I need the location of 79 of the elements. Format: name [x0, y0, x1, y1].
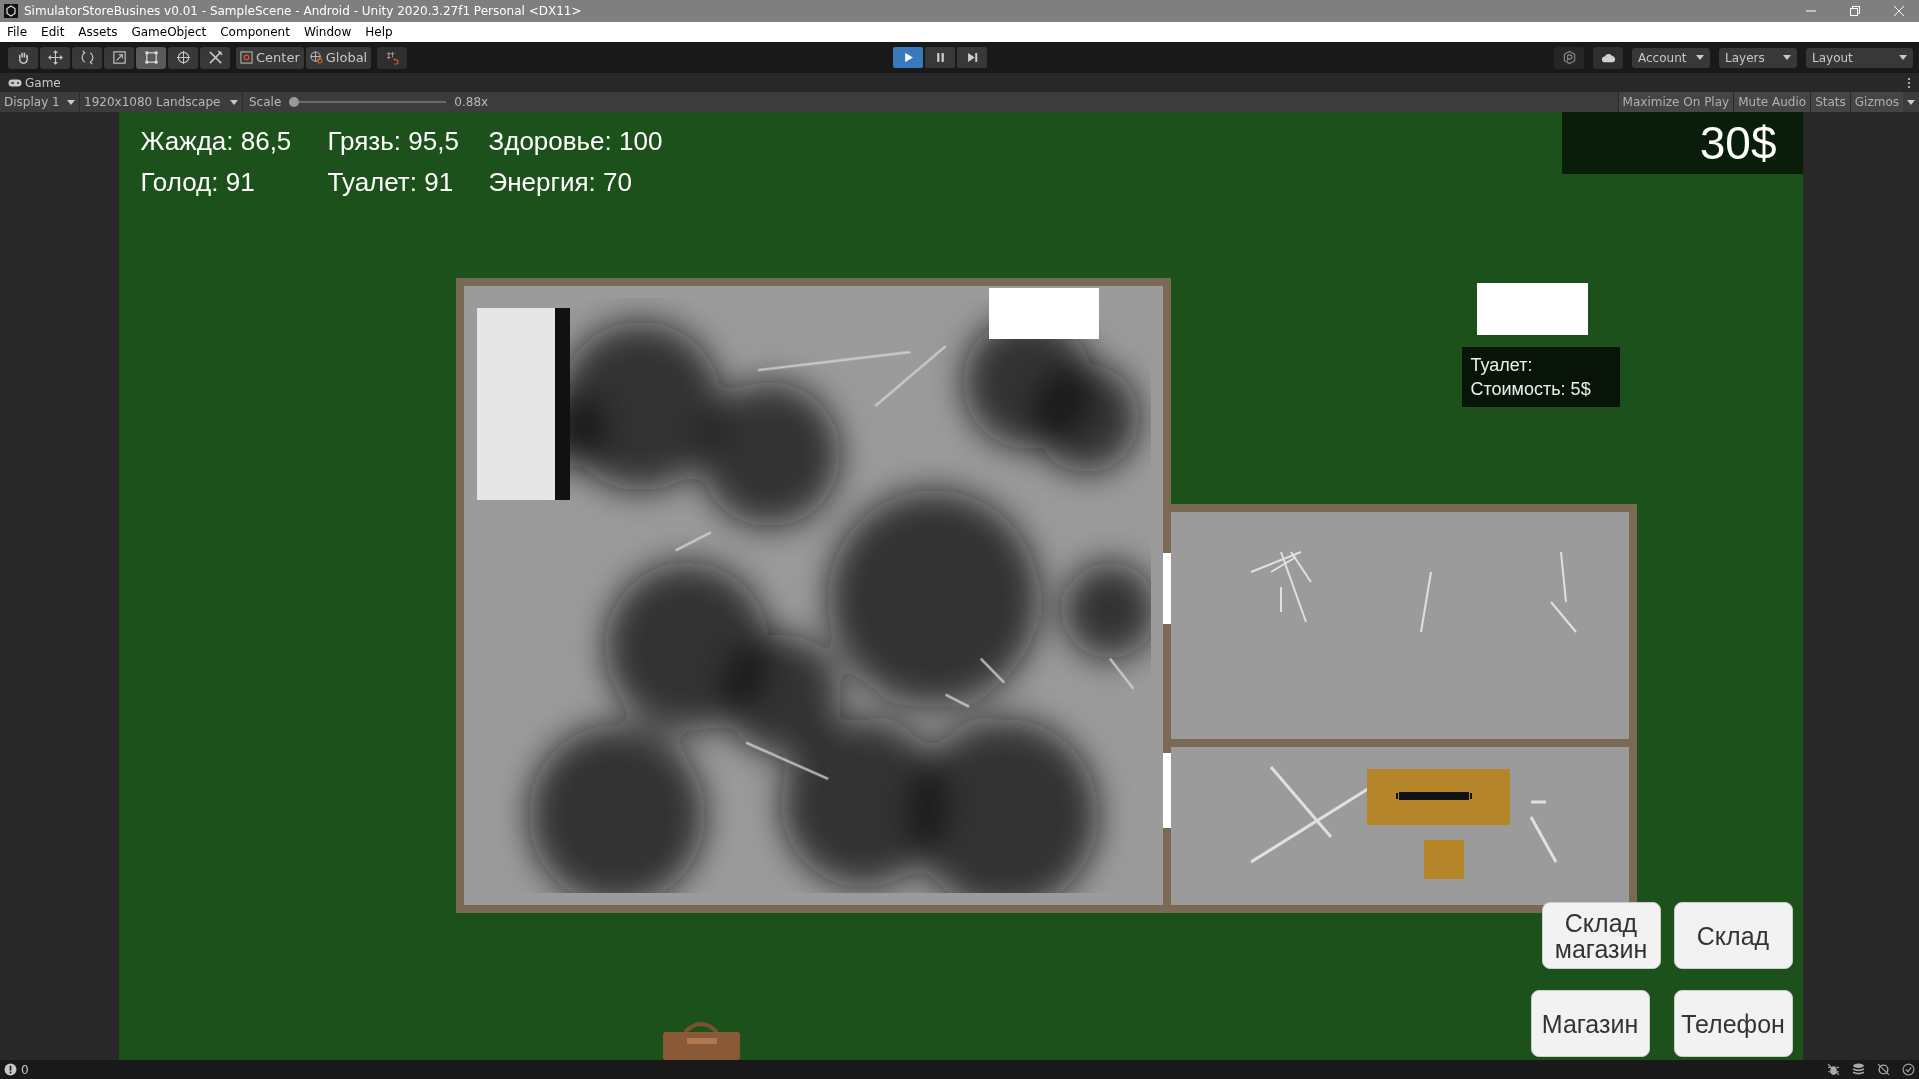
collab-button[interactable]	[1554, 46, 1584, 69]
playback-button[interactable]	[925, 47, 955, 68]
scale-reading: 0.88x	[454, 95, 489, 109]
door	[1162, 553, 1171, 624]
menu-item[interactable]: Assets	[78, 25, 118, 39]
stat-text: Здоровье: 100	[488, 126, 663, 157]
slider-thumb[interactable]	[289, 97, 300, 107]
snap-button[interactable]	[377, 46, 408, 69]
gamepad-icon	[8, 78, 22, 87]
tool-button[interactable]	[168, 46, 198, 69]
stat-text: Грязь: 95,5	[327, 126, 460, 157]
rotate-icon	[79, 50, 95, 65]
toggle-button[interactable]: Stats	[1810, 92, 1850, 112]
game-button[interactable]: Склад	[1673, 902, 1793, 969]
pivot-center-icon	[240, 51, 253, 64]
caret-icon	[1696, 55, 1704, 60]
close-icon[interactable]	[1893, 5, 1905, 17]
tooltip-text: Стоимость: 5$	[1470, 378, 1592, 401]
tool-button[interactable]	[8, 46, 38, 69]
grid-snap-icon	[384, 50, 400, 65]
warning-icon	[4, 1063, 17, 1076]
hexagon-icon	[1561, 50, 1577, 65]
menu-item[interactable]: File	[7, 25, 28, 39]
display-dropdown[interactable]: Display 1	[0, 92, 80, 112]
transform-icon	[175, 50, 191, 65]
tools-icon	[207, 50, 223, 65]
pause-icon	[934, 52, 946, 63]
menu-item[interactable]: Component	[220, 25, 290, 39]
pivot-button[interactable]: Global	[305, 46, 372, 69]
game-button[interactable]: Телефон	[1673, 990, 1793, 1057]
check-circle-icon[interactable]	[1902, 1063, 1915, 1076]
pivot-button[interactable]: Center	[236, 46, 304, 69]
tool-button[interactable]	[104, 46, 134, 69]
play-icon	[902, 52, 914, 63]
playback-button[interactable]	[893, 47, 923, 68]
tooltip-text: Туалет:	[1470, 354, 1534, 377]
rect-tool-icon	[143, 50, 159, 65]
toggle-button[interactable]: Maximize On Play	[1617, 92, 1734, 112]
caret-icon	[1783, 55, 1791, 60]
tool-button[interactable]	[40, 46, 70, 69]
database-icon[interactable]	[1852, 1063, 1865, 1076]
caret-icon	[230, 99, 238, 105]
scale-label: Scale	[249, 95, 282, 109]
stat-text: Энергия: 70	[488, 167, 633, 198]
money-text: 30$	[1699, 116, 1777, 170]
cloud-button[interactable]	[1593, 46, 1623, 69]
playback-button[interactable]	[957, 47, 987, 68]
game-button[interactable]: Магазин	[1530, 990, 1650, 1057]
toggle-button[interactable]: Gizmos	[1849, 92, 1903, 112]
caret-icon	[67, 99, 75, 105]
move-icon	[47, 50, 63, 65]
globe-icon	[309, 51, 323, 64]
caret-icon	[1899, 55, 1907, 60]
restore-icon[interactable]	[1849, 5, 1861, 17]
dropdown[interactable]: Layout	[1806, 47, 1913, 68]
scale-icon	[111, 50, 127, 65]
tool-button[interactable]	[136, 46, 166, 69]
game-button[interactable]: Склад магазин	[1541, 902, 1661, 969]
box	[1423, 840, 1464, 879]
dropdown[interactable]: Account	[1632, 47, 1710, 68]
stat-text: Туалет: 91	[327, 167, 455, 198]
menu-item[interactable]: Window	[303, 25, 352, 39]
bug-icon[interactable]	[1827, 1063, 1840, 1076]
status-count: 0	[21, 1062, 29, 1077]
tool-button[interactable]	[72, 46, 102, 69]
toggle-button[interactable]: Mute Audio	[1733, 92, 1811, 112]
menu-item[interactable]: Edit	[41, 25, 65, 39]
dropdown[interactable]: Layers	[1719, 47, 1797, 68]
game-tab[interactable]: Game	[8, 75, 61, 90]
window-title: SimulatorStoreBusines v0.01 - SampleScene - Android - Unity 2020.3.27f1 Personal <DX11>	[24, 4, 582, 18]
menu-item[interactable]: GameObject	[131, 25, 207, 39]
caret-icon[interactable]	[1907, 99, 1915, 105]
visibility-off-icon[interactable]	[1877, 1063, 1890, 1076]
tool-button[interactable]	[200, 46, 230, 69]
more-options-icon[interactable]	[1907, 76, 1911, 89]
stat-text: Голод: 91	[140, 167, 256, 198]
step-icon	[966, 52, 978, 63]
stat-text: Жажда: 86,5	[140, 126, 293, 157]
menu-item[interactable]: Help	[365, 25, 393, 39]
